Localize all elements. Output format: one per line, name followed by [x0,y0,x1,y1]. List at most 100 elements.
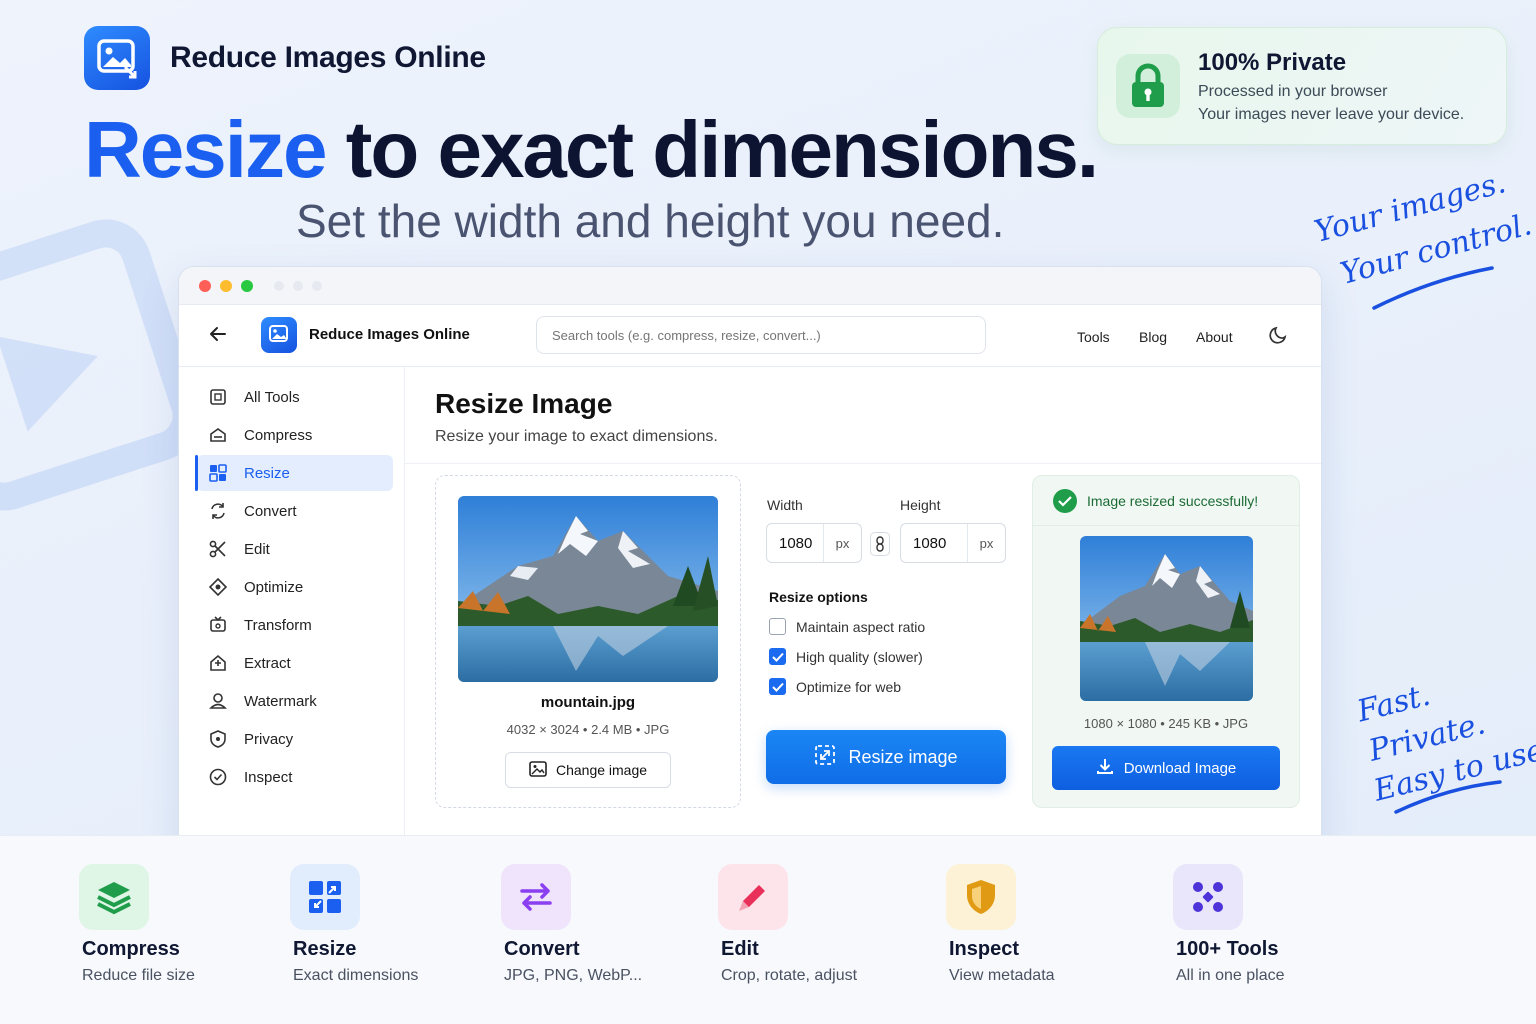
privacy-line-1: Processed in your browser [1198,82,1388,100]
tools-icon [1173,864,1243,930]
width-value: 1080 [779,534,813,552]
height-value: 1080 [913,534,947,552]
sidebar-item-edit[interactable]: Edit [197,531,393,567]
change-image-button[interactable]: Change image [505,752,671,788]
window-placeholder-dot [312,280,322,291]
download-image-button[interactable]: Download Image [1052,746,1280,790]
sidebar-item-privacy[interactable]: Privacy [197,721,393,757]
transform-icon [209,616,227,634]
app-name[interactable]: Reduce Images Online [309,326,470,343]
feature-convert[interactable]: Convert JPG, PNG, WebP... [501,864,642,985]
dark-mode-moon-icon[interactable] [1269,325,1289,350]
pencil-icon [718,864,788,930]
checkbox-unchecked[interactable] [769,618,786,635]
feature-resize[interactable]: Resize Exact dimensions [290,864,418,985]
option-maintain-aspect[interactable]: Maintain aspect ratio [769,618,925,635]
original-image-preview [458,496,718,682]
app-logo-icon[interactable] [261,317,297,353]
sidebar-item-label: Convert [244,502,297,520]
sidebar-item-extract[interactable]: Extract [197,645,393,681]
resize-image-button[interactable]: Resize image [766,730,1006,784]
resize-icon [209,464,227,482]
hero-title-rest: to exact dimensions. [325,105,1099,194]
app-header: Reduce Images Online Tools Blog About [179,305,1321,367]
page-subtitle: Resize your image to exact dimensions. [435,428,718,445]
resize-options-title: Resize options [769,589,868,605]
sidebar-item-label: Optimize [244,578,304,596]
height-input[interactable]: 1080 px [900,523,1006,563]
feature-compress[interactable]: Compress Reduce file size [79,864,195,985]
maximize-window-dot[interactable] [241,279,253,292]
hero-subtitle: Set the width and height you need. [296,195,1005,247]
width-label: Width [767,497,803,513]
minimize-window-dot[interactable] [220,279,232,292]
option-label: Maintain aspect ratio [796,618,926,635]
sidebar-item-label: Watermark [244,692,317,710]
feature-strip: Compress Reduce file size Resize Exact d… [0,835,1536,1024]
hero-title-accent: Resize [84,105,327,194]
sidebar-item-watermark[interactable]: Watermark [197,683,393,719]
change-image-label: Change image [555,762,648,778]
link-aspect-icon[interactable] [870,532,890,556]
resized-file-meta: 1080 × 1080 • 245 KB • JPG [1083,716,1249,731]
nav-about[interactable]: About [1196,329,1233,345]
sidebar-item-convert[interactable]: Convert [197,493,393,529]
shield-icon [946,864,1016,930]
inspect-icon [209,768,227,786]
sidebar-item-compress[interactable]: Compress [197,417,393,453]
feature-title: Resize [293,938,357,960]
original-file-meta: 4032 × 3024 • 2.4 MB • JPG [506,722,670,737]
sidebar-item-transform[interactable]: Transform [197,607,393,643]
check-circle-icon [1053,488,1077,513]
original-image-dropzone[interactable]: mountain.jpg 4032 × 3024 • 2.4 MB • JPG … [435,475,741,808]
optimize-icon [209,578,227,596]
sidebar-item-label: Privacy [244,730,294,748]
window-titlebar [179,267,1321,305]
convert-icon [209,502,227,520]
privacy-title: 100% Private [1198,48,1347,76]
sidebar-item-label: Extract [244,654,291,672]
feature-subtitle: JPG, PNG, WebP... [504,967,643,984]
checkbox-checked[interactable] [769,678,786,695]
result-panel: Image resized successfully! 1080 × 1080 … [1032,475,1300,808]
width-input[interactable]: 1080 px [766,523,862,563]
browser-window: Reduce Images Online Tools Blog About Al… [178,266,1322,866]
underline-stroke-bottom [1394,780,1502,814]
checkbox-checked[interactable] [769,648,786,665]
sidebar-item-label: Compress [244,426,313,444]
resized-image-preview [1080,536,1253,701]
sidebar-item-label: All Tools [244,388,300,406]
sidebar-item-optimize[interactable]: Optimize [197,569,393,605]
feature-subtitle: View metadata [949,967,1055,984]
sidebar-item-all-tools[interactable]: All Tools [197,379,393,415]
sidebar-item-label: Inspect [244,768,293,786]
lock-icon [1116,54,1180,118]
width-unit: px [823,524,861,562]
convert-icon [501,864,571,930]
height-label: Height [900,497,941,513]
nav-blog[interactable]: Blog [1139,329,1167,345]
height-unit: px [967,524,1005,562]
sidebar-item-resize[interactable]: Resize [195,455,393,491]
download-icon [1096,757,1114,779]
image-icon [529,760,547,780]
feature-inspect[interactable]: Inspect View metadata [946,864,1055,985]
back-arrow-icon[interactable] [209,325,227,349]
window-placeholder-dot [293,280,303,291]
close-window-dot[interactable] [199,279,211,292]
option-optimize-web[interactable]: Optimize for web [769,678,901,695]
feature-edit[interactable]: Edit Crop, rotate, adjust [718,864,857,985]
layers-icon [79,864,149,930]
search-input[interactable] [536,316,986,354]
option-high-quality[interactable]: High quality (slower) [769,648,923,665]
feature-title: Compress [82,938,180,960]
feature-all-tools[interactable]: 100+ Tools All in one place [1173,864,1285,985]
nav-tools[interactable]: Tools [1077,329,1110,345]
sidebar-item-inspect[interactable]: Inspect [197,759,393,795]
page-title: Resize Image [435,388,613,419]
feature-title: Inspect [949,938,1020,960]
privacy-line-2: Your images never leave your device. [1198,105,1465,123]
grid-icon [209,388,227,406]
scissors-icon [209,540,227,558]
hero-title: Resize to exact dimensions. [84,104,1099,196]
